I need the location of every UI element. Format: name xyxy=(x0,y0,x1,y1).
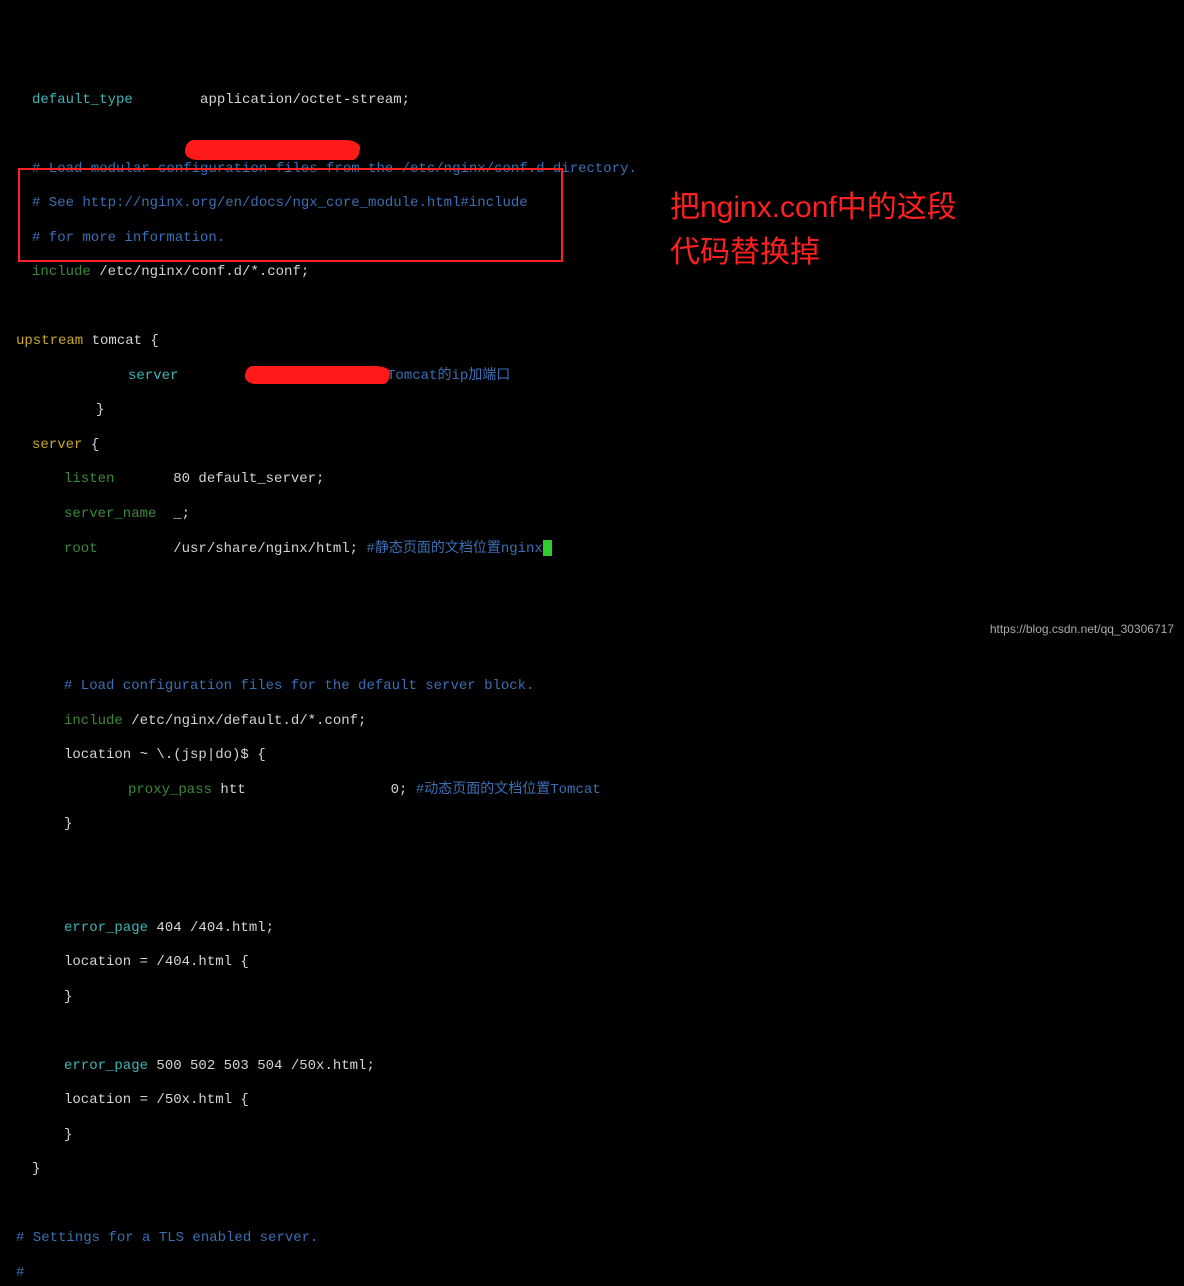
location-50x: location = /50x.html { xyxy=(64,1092,249,1108)
directive-proxy-pass: proxy_pass xyxy=(128,782,212,798)
comment-line: # Load modular configuration files from … xyxy=(32,161,637,177)
comment-line: # Load configuration files for the defau… xyxy=(64,678,534,694)
watermark: https://blog.csdn.net/qq_30306717 xyxy=(990,622,1174,637)
directive-error-page: error_page xyxy=(64,1058,148,1074)
nginx-config-code: default_type application/octet-stream; #… xyxy=(0,70,1184,1286)
directive-default-type: default_type xyxy=(32,92,133,108)
location-block: location ~ \.(jsp|do)$ { xyxy=(64,747,266,763)
directive-error-page: error_page xyxy=(64,920,148,936)
comment-line: # See http://nginx.org/en/docs/ngx_core_… xyxy=(32,195,528,211)
directive-include: include xyxy=(32,264,91,280)
comment-tls: # Settings for a TLS enabled server. xyxy=(16,1230,318,1246)
comment-line: # for more information. xyxy=(32,230,225,246)
annotation-text: 把nginx.conf中的这段 代码替换掉 xyxy=(670,185,957,275)
directive-server-name: server_name xyxy=(64,506,156,522)
directive-server-inner: server xyxy=(128,368,178,384)
directive-listen: listen xyxy=(64,471,114,487)
directive-server: server xyxy=(32,437,82,453)
terminal-cursor xyxy=(543,540,552,556)
directive-include: include xyxy=(64,713,123,729)
directive-upstream: upstream xyxy=(16,333,83,349)
location-404: location = /404.html { xyxy=(64,954,249,970)
directive-root: root xyxy=(64,541,98,557)
